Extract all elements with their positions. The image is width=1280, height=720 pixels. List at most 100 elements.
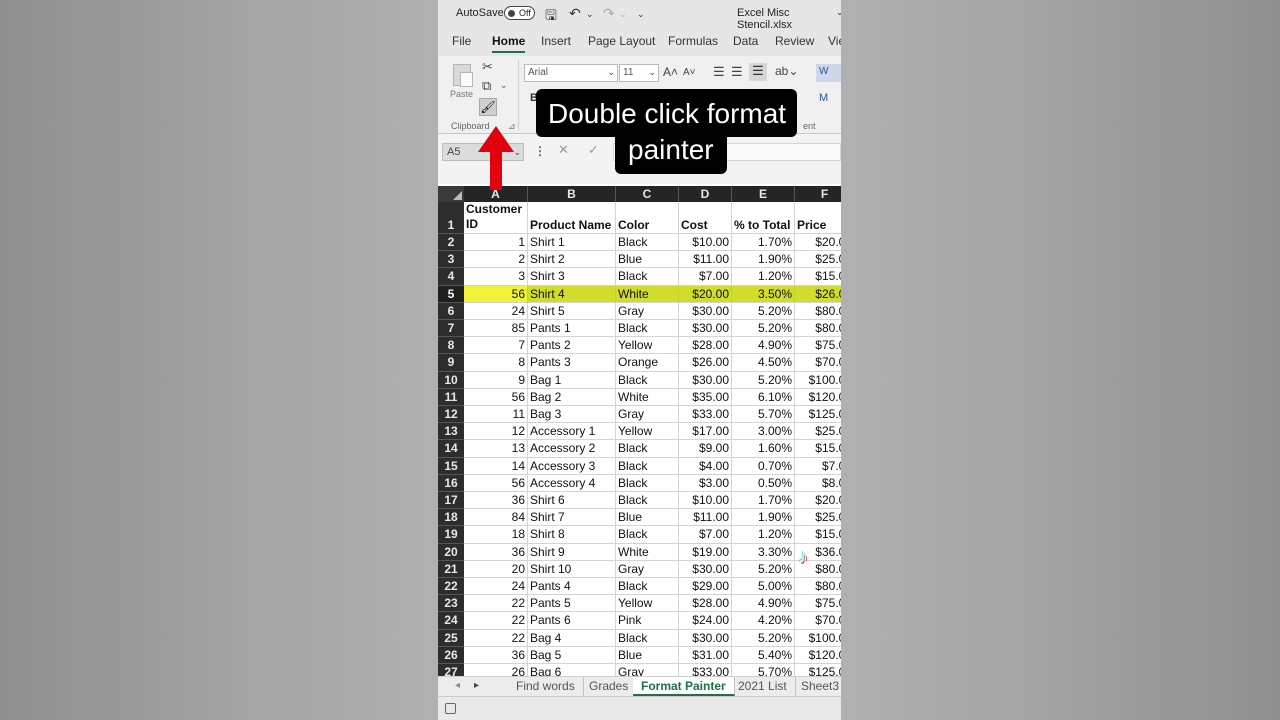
cell-f[interactable]: $25.00 [795,423,841,441]
tab-view[interactable]: Vie [828,34,841,48]
cell-b[interactable]: Shirt 7 [528,509,616,527]
cell-d[interactable]: $30.00 [679,320,732,338]
row-header[interactable]: 18 [438,509,464,527]
cell-d[interactable]: $19.00 [679,543,732,561]
cell-c[interactable]: Black [616,629,679,647]
cell-e[interactable]: 5.20% [732,629,795,647]
cell-f[interactable]: $15.00 [795,268,841,286]
cell-e[interactable]: 1.90% [732,509,795,527]
cell-c[interactable]: Gray [616,560,679,578]
cell-e[interactable]: 3.30% [732,543,795,561]
sheet-tab-format-painter[interactable]: Format Painter [633,677,735,696]
cell-b[interactable]: Pants 1 [528,320,616,338]
cell-a[interactable]: 22 [464,612,528,630]
row-header[interactable]: 7 [438,320,464,338]
enter-check-icon[interactable]: ✓ [588,142,599,158]
row-header[interactable]: 9 [438,354,464,372]
cell-f[interactable]: $80.00 [795,303,841,320]
cell-e[interactable]: 1.20% [732,526,795,544]
cell-a[interactable]: 8 [464,354,528,372]
cell-e[interactable]: 5.20% [732,560,795,578]
cell-c[interactable]: Gray [616,664,679,676]
cell-c[interactable]: Pink [616,612,679,630]
cell-e[interactable]: 1.60% [732,440,795,458]
cell-e[interactable]: % to Total [732,202,795,234]
cell-b[interactable]: Pants 4 [528,578,616,596]
cell-c[interactable]: Black [616,526,679,544]
column-header-d[interactable]: D [679,186,732,202]
row-header[interactable]: 5 [438,285,464,303]
cell-b[interactable]: Accessory 4 [528,474,616,492]
cell-b[interactable]: Accessory 3 [528,457,616,475]
cell-a[interactable]: 85 [464,320,528,338]
cell-b[interactable]: Shirt 6 [528,492,616,510]
cell-c[interactable]: Black [616,268,679,286]
cell-f[interactable]: $7.00 [795,458,841,475]
cell-d[interactable]: $33.00 [679,406,732,424]
row-header[interactable]: 17 [438,492,464,510]
cell-b[interactable]: Shirt 10 [528,560,616,578]
row-header[interactable]: 27 [438,664,464,676]
cell-e[interactable]: 3.00% [732,423,795,441]
cell-e[interactable]: 1.20% [732,268,795,286]
cell-d[interactable]: $24.00 [679,612,732,630]
tab-data[interactable]: Data [733,34,758,48]
cell-d[interactable]: $33.00 [679,664,732,676]
cell-b[interactable]: Bag 2 [528,388,616,406]
row-header[interactable]: 21 [438,560,464,578]
paste-button[interactable] [452,62,474,88]
cell-d[interactable]: $11.00 [679,509,732,527]
cell-a[interactable]: 22 [464,595,528,613]
cell-f[interactable]: $70.00 [795,354,841,372]
row-header[interactable]: 22 [438,578,464,596]
cell-d[interactable]: $4.00 [679,457,732,475]
save-icon[interactable]: 🖫 [545,5,557,29]
cell-a[interactable]: 36 [464,646,528,664]
cell-d[interactable]: $30.00 [679,560,732,578]
cell-b[interactable]: Shirt 9 [528,543,616,561]
cell-d[interactable]: $29.00 [679,578,732,596]
tab-home[interactable]: Home [492,34,526,53]
cell-e[interactable]: 4.90% [732,595,795,613]
cell-f[interactable]: $100.00 [795,630,841,647]
cell-e[interactable]: 0.50% [732,474,795,492]
copy-dropdown-icon[interactable]: ⌄ [500,80,508,91]
cell-b[interactable]: Bag 4 [528,629,616,647]
row-header[interactable]: 11 [438,388,464,406]
row-header[interactable]: 13 [438,423,464,441]
cell-d[interactable]: $20.00 [679,285,732,303]
cell-f[interactable]: $125.00 [795,664,841,676]
cell-d[interactable]: $9.00 [679,440,732,458]
row-header[interactable]: 4 [438,268,464,286]
cell-b[interactable]: Bag 3 [528,406,616,424]
cell-b[interactable]: Bag 5 [528,646,616,664]
cell-e[interactable]: 5.40% [732,646,795,664]
cell-b[interactable]: Accessory 1 [528,423,616,441]
cell-c[interactable]: Yellow [616,337,679,355]
cell-d[interactable]: $31.00 [679,646,732,664]
cell-a[interactable]: 84 [464,509,528,527]
undo-icon[interactable]: ↶ [569,5,581,22]
cell-f[interactable]: $80.00 [795,320,841,338]
cell-e[interactable]: 5.00% [732,578,795,596]
cell-d[interactable]: Cost [679,202,732,234]
row-header[interactable]: 2 [438,234,464,252]
align-middle-icon[interactable]: ☰ [731,64,743,80]
row-header[interactable]: 25 [438,629,464,647]
cell-d[interactable]: $28.00 [679,337,732,355]
cell-a[interactable]: Customer ID [464,202,528,234]
paintbrush-icon[interactable]: 🖌 [479,98,497,116]
row-header[interactable]: 20 [438,543,464,561]
cell-e[interactable]: 5.70% [732,406,795,424]
cell-f[interactable]: $120.00 [795,389,841,406]
cell-b[interactable]: Accessory 2 [528,440,616,458]
cell-a[interactable]: 22 [464,629,528,647]
cell-c[interactable]: Orange [616,354,679,372]
macro-record-icon[interactable] [445,703,456,714]
cell-f[interactable]: $120.00 [795,647,841,664]
cell-b[interactable]: Pants 5 [528,595,616,613]
customize-toolbar-icon[interactable]: ⌄ [637,9,645,20]
row-header[interactable]: 14 [438,440,464,458]
cell-a[interactable]: 56 [464,388,528,406]
row-header[interactable]: 19 [438,526,464,544]
